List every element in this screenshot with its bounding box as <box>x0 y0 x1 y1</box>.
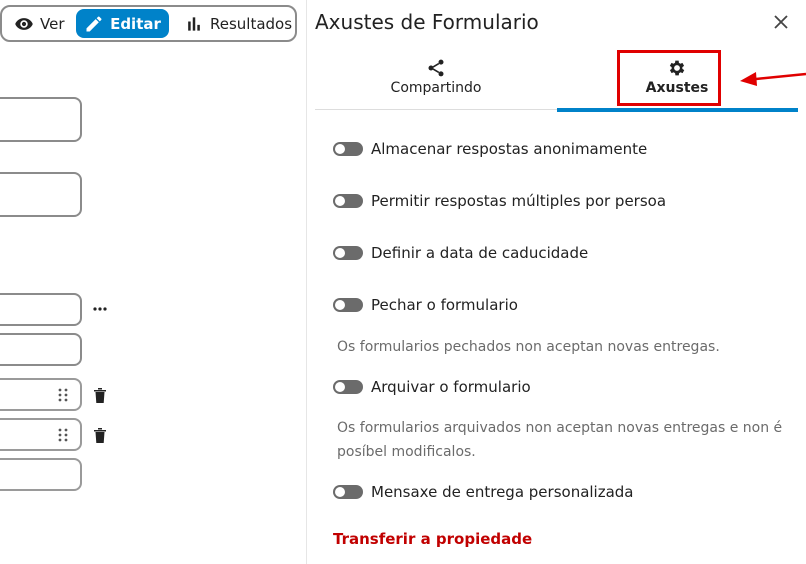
setting-archive-form[interactable]: Arquivar o formulario <box>333 378 531 396</box>
mode-switch: Ver Editar Resultados <box>0 5 297 42</box>
transfer-ownership-link[interactable]: Transferir a propiedade <box>333 530 532 548</box>
toggle-switch[interactable] <box>333 380 363 394</box>
setting-multiple-responses[interactable]: Permitir respostas múltiples por persoa <box>333 192 666 210</box>
view-mode-button[interactable]: Ver <box>14 9 65 38</box>
tab-sharing[interactable]: Compartindo <box>315 58 557 110</box>
annotation-highlight-box <box>617 50 721 106</box>
setting-close-form[interactable]: Pechar o formulario <box>333 296 518 314</box>
annotation-arrow-icon <box>740 72 806 86</box>
archive-form-hint: Os formularios arquivados non aceptan no… <box>337 420 783 460</box>
question-description-field[interactable] <box>0 333 82 366</box>
bar-chart-icon <box>188 16 200 31</box>
pencil-icon <box>86 16 102 31</box>
setting-label: Definir a data de caducidade <box>371 244 589 262</box>
setting-label: Pechar o formulario <box>371 296 518 314</box>
tab-underline <box>315 109 557 110</box>
toggle-switch[interactable] <box>333 485 363 499</box>
view-mode-label: Ver <box>40 14 65 33</box>
toggle-switch[interactable] <box>333 194 363 208</box>
new-answer-input[interactable] <box>0 458 82 491</box>
answer-option-input[interactable] <box>0 418 82 451</box>
setting-label: Almacenar respostas anonimamente <box>371 140 648 158</box>
answer-option-input[interactable] <box>0 378 82 411</box>
edit-mode-label: Editar <box>110 14 161 33</box>
results-mode-label: Resultados <box>210 14 293 33</box>
setting-custom-submission-message[interactable]: Mensaxe de entrega personalizada <box>333 483 634 501</box>
setting-anonymous-responses[interactable]: Almacenar respostas anonimamente <box>333 140 647 158</box>
toggle-switch[interactable] <box>333 298 363 312</box>
setting-label: Permitir respostas múltiples por persoa <box>371 192 667 210</box>
drag-handle-icon[interactable] <box>58 428 68 442</box>
close-form-hint: Os formularios pechados non aceptan nova… <box>337 339 720 355</box>
trash-icon[interactable] <box>92 386 108 404</box>
active-tab-indicator <box>557 108 798 112</box>
more-options-icon[interactable] <box>91 300 109 318</box>
form-title-field[interactable] <box>0 97 82 142</box>
setting-label: Arquivar o formulario <box>371 378 531 396</box>
share-icon <box>428 59 444 77</box>
tab-sharing-label: Compartindo <box>390 80 482 96</box>
form-description-field[interactable] <box>0 172 82 217</box>
toggle-switch[interactable] <box>333 246 363 260</box>
results-mode-button[interactable]: Resultados <box>184 9 292 38</box>
form-editor-pane: Ver Editar Resultados <box>0 0 306 564</box>
pane-divider <box>306 0 307 564</box>
eye-icon <box>15 17 33 30</box>
edit-mode-button[interactable]: Editar <box>76 9 169 38</box>
trash-icon[interactable] <box>92 426 108 444</box>
question-title-field[interactable] <box>0 293 82 326</box>
setting-expiration-date[interactable]: Definir a data de caducidade <box>333 244 588 262</box>
drag-handle-icon[interactable] <box>58 388 68 402</box>
setting-label: Mensaxe de entrega personalizada <box>371 483 634 501</box>
close-icon[interactable] <box>771 12 791 32</box>
sidebar-title: Axustes de Formulario <box>315 10 539 34</box>
toggle-switch[interactable] <box>333 142 363 156</box>
